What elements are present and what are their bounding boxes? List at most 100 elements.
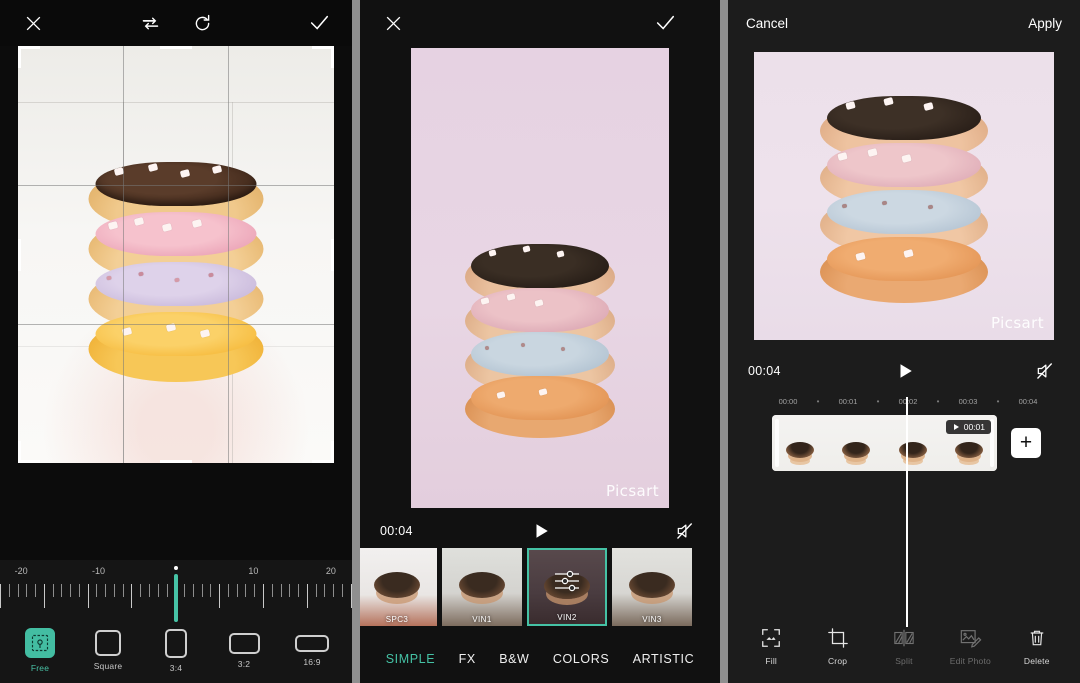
- tab-bandw[interactable]: B&W: [499, 652, 529, 666]
- rotation-tick: [61, 584, 63, 597]
- rotation-tick: [350, 584, 352, 608]
- rotation-tick: [96, 584, 98, 597]
- aspect-ratio-169[interactable]: 16:9: [281, 634, 343, 667]
- play-icon[interactable]: [526, 516, 556, 546]
- rotation-tick: [43, 584, 45, 608]
- clip-thumbnail-frame: [954, 441, 983, 458]
- filter-name-label: VIN3: [642, 615, 662, 624]
- filter-thumbnail-list[interactable]: TRYSPC3VIN1VIN2VIN3: [360, 548, 720, 626]
- rotation-tick: [210, 584, 212, 597]
- donut-yellow: [88, 312, 264, 382]
- filter-category-tabs[interactable]: SIMPLE FX B&W COLORS ARTISTIC: [360, 635, 720, 683]
- rotation-tick: [306, 584, 308, 608]
- video-tool-bar[interactable]: Fill Crop Split Edit Photo Delete: [728, 609, 1080, 683]
- video-preview-canvas[interactable]: Picsart: [728, 46, 1080, 346]
- photo-original: [18, 46, 334, 463]
- clip-duration-text: 00:01: [963, 422, 985, 432]
- tool-fill[interactable]: Fill: [740, 627, 802, 666]
- tab-artistic[interactable]: ARTISTIC: [633, 652, 695, 666]
- video-timeline[interactable]: 00:00 • 00:01 • 00:02 • 00:03 • 00:04 00:01 +: [728, 393, 1080, 627]
- crop-canvas[interactable]: [0, 46, 352, 560]
- aspect-ratio-label: Square: [93, 661, 123, 671]
- close-x-icon[interactable]: [378, 8, 408, 38]
- photo-video-preview: Picsart: [754, 52, 1054, 340]
- clip-thumbnail-frame: [842, 441, 871, 458]
- donut-orange: [465, 376, 615, 438]
- timeline-clip-row[interactable]: 00:01 +: [728, 397, 1080, 627]
- square-icon: [95, 630, 121, 656]
- rotation-tick: [245, 584, 247, 597]
- tab-simple[interactable]: SIMPLE: [386, 652, 435, 666]
- aspect-ratio-label: 3:2: [237, 658, 251, 669]
- rotation-tick: [298, 584, 300, 597]
- filter-thumb-spc3[interactable]: SPC3: [360, 548, 437, 626]
- tab-fx[interactable]: FX: [459, 652, 476, 666]
- picsart-watermark: Picsart: [606, 482, 659, 500]
- check-icon[interactable]: [304, 8, 334, 38]
- apply-button[interactable]: Apply: [1028, 16, 1062, 31]
- rotation-tick: [26, 584, 28, 597]
- aspect-ratio-square[interactable]: Square: [77, 630, 139, 671]
- filter-name-label: SPC3: [385, 615, 409, 624]
- play-icon[interactable]: [890, 356, 920, 386]
- speaker-muted-icon[interactable]: [1030, 356, 1060, 386]
- filter-thumb-vin2[interactable]: VIN2: [527, 548, 607, 626]
- tool-delete[interactable]: Delete: [1006, 627, 1068, 666]
- panel-divider-2: [720, 0, 728, 683]
- tool-crop[interactable]: Crop: [807, 627, 869, 666]
- rotation-tick: [0, 584, 1, 608]
- aspect-ratio-list: Free Square 3:4 3:2 16:9: [0, 624, 352, 673]
- rotation-tick: [219, 584, 221, 608]
- cancel-button[interactable]: Cancel: [746, 16, 788, 31]
- rotation-tick: [8, 584, 10, 597]
- aspect-ratio-32[interactable]: 3:2: [213, 632, 275, 669]
- fill-frame-icon: [760, 627, 782, 649]
- filter-thumb-vin1[interactable]: VIN1: [442, 548, 522, 626]
- rotate-right-icon[interactable]: [187, 8, 217, 38]
- rotation-tick: [70, 584, 72, 597]
- timeline-tick-dot: •: [996, 396, 1000, 406]
- playback-time: 00:04: [380, 524, 413, 538]
- timeline-clip[interactable]: 00:01: [772, 415, 997, 471]
- crop-frame[interactable]: [18, 46, 334, 463]
- video-editor-screen: Cancel Apply Picsart 00:04 00:00 • 00:01…: [728, 0, 1080, 683]
- filter-preview-canvas[interactable]: Picsart: [360, 46, 720, 510]
- clip-thumbnail-frame: [898, 441, 927, 458]
- split-icon: [892, 627, 916, 649]
- rotation-tick: [105, 584, 107, 597]
- timeline-playhead[interactable]: [906, 397, 908, 627]
- aspect-ratio-label: 3:4: [169, 662, 183, 673]
- crop-bottom-panel: -20 -10 10 20 Free Square 3:4 3:2 16:9: [0, 560, 352, 683]
- rotation-tick: [315, 584, 317, 597]
- close-x-icon[interactable]: [18, 8, 48, 38]
- photo-filtered: Picsart: [411, 48, 669, 508]
- filter-settings-icon: [552, 568, 582, 594]
- tool-edit-photo[interactable]: Edit Photo: [939, 627, 1001, 666]
- rotation-label-2: 10: [248, 566, 259, 576]
- tool-label: Crop: [827, 655, 848, 666]
- aspect-ratio-free[interactable]: Free: [9, 628, 71, 673]
- tool-label: Split: [895, 655, 913, 666]
- check-icon[interactable]: [650, 8, 680, 38]
- aspect-ratio-34[interactable]: 3:4: [145, 628, 207, 673]
- add-clip-button[interactable]: +: [1011, 428, 1041, 458]
- rotation-tick: [122, 584, 124, 597]
- clip-trim-handle-left[interactable]: [775, 419, 779, 467]
- tool-split[interactable]: Split: [873, 627, 935, 666]
- timeline-tick: 00:04: [1018, 396, 1038, 406]
- rotation-tick: [254, 584, 256, 597]
- rotation-tick: [149, 584, 151, 597]
- video-toolbar: Cancel Apply: [728, 0, 1080, 46]
- filter-thumb-vin3[interactable]: VIN3: [612, 548, 692, 626]
- tool-label: Fill: [765, 655, 778, 666]
- tab-colors[interactable]: COLORS: [553, 652, 609, 666]
- flip-horizontal-icon[interactable]: [135, 8, 165, 38]
- rotation-label-1: -10: [92, 566, 106, 576]
- clip-frame: [772, 415, 829, 471]
- rotation-slider[interactable]: -20 -10 10 20: [0, 566, 352, 624]
- rotation-label-3: 20: [325, 566, 336, 576]
- rotation-tick: [236, 584, 238, 597]
- timeline-tick-dot: •: [816, 396, 820, 406]
- speaker-muted-icon[interactable]: [670, 516, 700, 546]
- rotation-thumb[interactable]: [174, 574, 178, 622]
